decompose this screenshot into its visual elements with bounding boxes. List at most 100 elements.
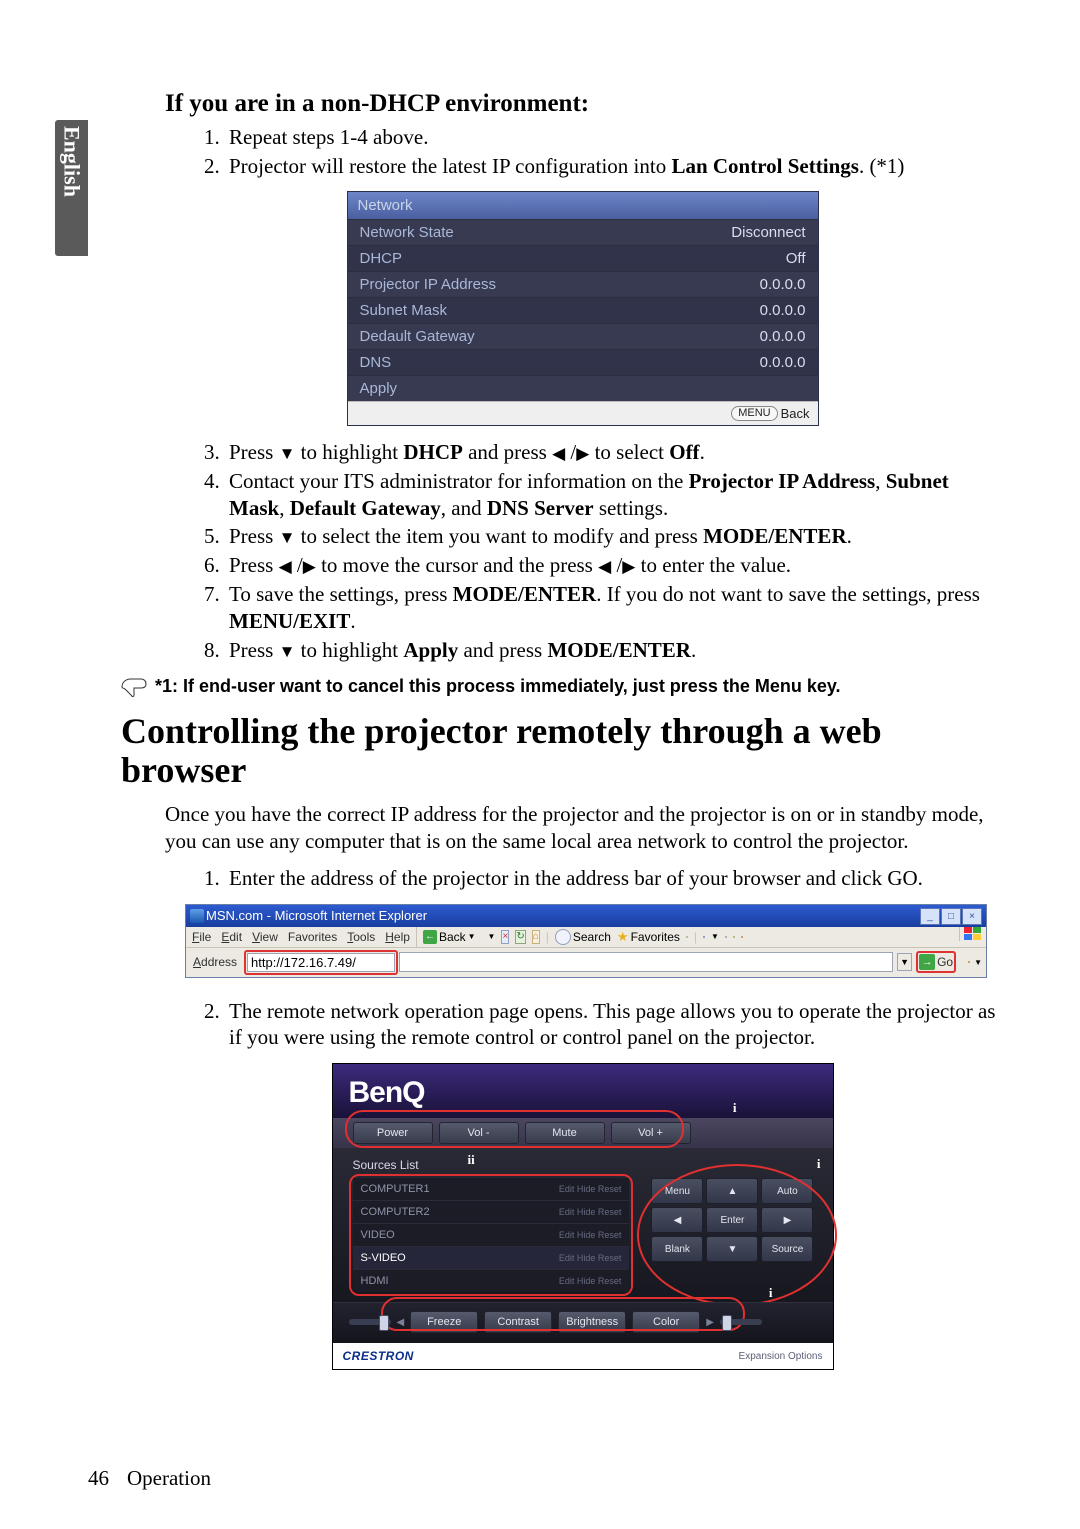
edit-icon[interactable] (733, 936, 735, 938)
ie-window-title: MSN.com - Microsoft Internet Explorer (206, 908, 427, 923)
step-b5: Press ▼ to select the item you want to m… (225, 523, 1000, 550)
go-highlight: → Go (916, 951, 956, 973)
ie-toolbar[interactable]: ←Back ▼ ▼ × ↻ ⌂ | Search ★Favorites | ▼ (417, 927, 959, 947)
home-icon[interactable]: ⌂ (532, 930, 540, 944)
discuss-icon[interactable] (741, 936, 743, 938)
callout-circle-i-bottom (381, 1297, 745, 1331)
left-arrow-icon: ◀ (598, 556, 611, 578)
ie-logo-icon (190, 909, 204, 923)
left-slider[interactable] (349, 1319, 391, 1325)
windows-flag-icon (959, 927, 986, 941)
callout-circle-i-dpad (637, 1164, 837, 1306)
callout-ii: ii (468, 1152, 475, 1168)
dropdown-icon[interactable]: ▼ (897, 953, 912, 971)
source-item[interactable]: VIDEOEdit Hide Reset (353, 1224, 630, 1247)
expansion-options-link[interactable]: Expansion Options (739, 1351, 823, 1362)
network-row: Network StateDisconnect (348, 219, 818, 245)
address-input[interactable] (247, 953, 395, 972)
ie-address-bar: Address ▼ → Go ▼ (186, 948, 986, 977)
callout-i: i (733, 1100, 737, 1116)
step-b3: Press ▼ to highlight DHCP and press ◀ /▶… (225, 439, 1000, 466)
down-arrow-icon: ▼ (279, 641, 296, 663)
sources-title: Sources List (349, 1158, 634, 1172)
step-b8: Press ▼ to highlight Apply and press MOD… (225, 637, 1000, 664)
ie-menu-toolbar-row: File Edit View Favorites Tools Help ←Bac… (186, 927, 986, 948)
network-settings-panel: Network Network StateDisconnect DHCPOff … (348, 192, 818, 425)
manual-page: English If you are in a non-DHCP environ… (0, 0, 1080, 1529)
source-item[interactable]: HDMIEdit Hide Reset (353, 1270, 630, 1292)
crestron-logo: CRESTRON (343, 1349, 414, 1363)
go-arrow-icon[interactable]: → (919, 954, 935, 970)
left-arrow-icon: ◀ (279, 556, 292, 578)
print-icon[interactable] (725, 936, 727, 938)
favorites-button[interactable]: ★Favorites (617, 929, 680, 945)
url-highlight (244, 950, 398, 975)
dpad-section: i Menu ▲ Auto ◀ Enter ▶ Blank ▼ Source (651, 1178, 816, 1288)
mail-icon[interactable] (703, 936, 705, 938)
step-a1: Repeat steps 1-4 above. (225, 124, 1000, 151)
steps-list-b: Press ▼ to highlight DHCP and press ◀ /▶… (165, 439, 1000, 664)
network-panel-title: Network (348, 192, 818, 219)
back-label: Back (781, 406, 810, 421)
note-text: *1: If end-user want to cancel this proc… (155, 676, 841, 697)
network-row: Subnet Mask0.0.0.0 (348, 297, 818, 323)
right-arrow-icon: ▶ (576, 443, 589, 465)
step-c2: The remote network operation page opens.… (225, 998, 1000, 1052)
back-button[interactable]: ←Back ▼ (423, 930, 476, 944)
close-icon[interactable]: × (962, 908, 982, 925)
star-icon: ★ (617, 929, 629, 945)
right-slider[interactable] (720, 1319, 762, 1325)
page-footer: 46 Operation (88, 1466, 211, 1491)
step-b7: To save the settings, press MODE/ENTER. … (225, 581, 1000, 635)
intro-paragraph: Once you have the correct IP address for… (165, 801, 1000, 855)
benq-top-buttons: i Power Vol - Mute Vol + (333, 1118, 833, 1148)
source-item-selected[interactable]: S-VIDEOEdit Hide Reset (353, 1247, 630, 1270)
menu-edit[interactable]: Edit (221, 930, 242, 944)
step-a2: Projector will restore the latest IP con… (225, 153, 1000, 180)
network-row: Dedault Gateway0.0.0.0 (348, 323, 818, 349)
menu-button-icon: MENU (731, 406, 777, 421)
search-button[interactable]: Search (555, 929, 611, 945)
network-row: Projector IP Address0.0.0.0 (348, 271, 818, 297)
step-b6: Press ◀ /▶ to move the cursor and the pr… (225, 552, 1000, 579)
ie-browser-figure: MSN.com - Microsoft Internet Explorer _□… (185, 904, 987, 978)
step-b4: Contact your ITS administrator for infor… (225, 468, 1000, 522)
right-arrow-icon: ▶ (622, 556, 635, 578)
page-content: If you are in a non-DHCP environment: Re… (165, 90, 1000, 1370)
menu-view[interactable]: View (252, 930, 278, 944)
go-button[interactable]: Go (937, 955, 953, 969)
window-buttons[interactable]: _□× (919, 907, 982, 925)
note-callout: *1: If end-user want to cancel this proc… (121, 676, 1000, 698)
network-row-apply: Apply (348, 375, 818, 401)
steps-list-c2: The remote network operation page opens.… (165, 998, 1000, 1052)
note-hand-icon (121, 676, 147, 698)
refresh-icon[interactable]: ↻ (515, 930, 525, 944)
benq-footer: CRESTRON Expansion Options (333, 1343, 833, 1369)
non-dhcp-heading: If you are in a non-DHCP environment: (165, 90, 1000, 118)
menu-help[interactable]: Help (385, 930, 410, 944)
stop-icon[interactable]: × (501, 930, 509, 944)
source-item[interactable]: COMPUTER1Edit Hide Reset (353, 1178, 630, 1201)
ie-menu-bar[interactable]: File Edit View Favorites Tools Help (186, 927, 417, 947)
links-icon[interactable] (968, 961, 970, 963)
address-label: Address (190, 955, 240, 969)
down-arrow-icon: ▼ (279, 527, 296, 549)
address-combo-extent[interactable] (399, 952, 893, 972)
step-c1: Enter the address of the projector in th… (225, 865, 1000, 892)
callout-i: i (817, 1156, 821, 1172)
history-icon[interactable] (686, 936, 688, 938)
minimize-icon[interactable]: _ (920, 908, 940, 925)
steps-list-a: Repeat steps 1-4 above. Projector will r… (165, 124, 1000, 180)
menu-tools[interactable]: Tools (347, 930, 375, 944)
network-row: DNS0.0.0.0 (348, 349, 818, 375)
network-panel-footer: MENU Back (348, 401, 818, 425)
source-item[interactable]: COMPUTER2Edit Hide Reset (353, 1201, 630, 1224)
menu-file[interactable]: File (192, 930, 211, 944)
down-arrow-icon: ▼ (279, 443, 296, 465)
web-browser-heading: Controlling the projector remotely throu… (121, 712, 1000, 791)
left-arrow-icon: ◀ (552, 443, 565, 465)
maximize-icon[interactable]: □ (941, 908, 961, 925)
benq-remote-panel: BenQ i Power Vol - Mute Vol + Sources Li… (332, 1063, 834, 1370)
menu-favorites[interactable]: Favorites (288, 930, 337, 944)
search-icon (555, 929, 571, 945)
